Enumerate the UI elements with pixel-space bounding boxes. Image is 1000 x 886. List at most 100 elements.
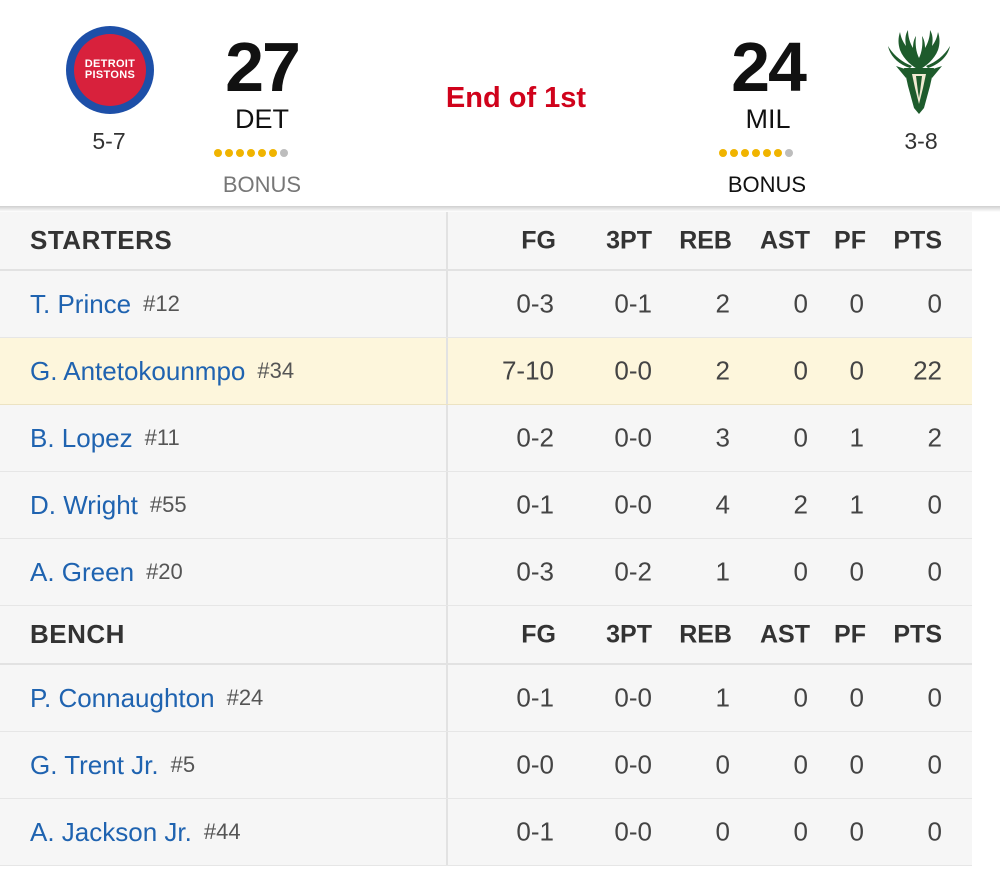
right-gutter: [972, 212, 1000, 886]
stat-fg: 7-10: [501, 355, 554, 386]
stat-pts: 0: [927, 682, 942, 713]
scoreboard: DETROIT PISTONS 5-7 27 DET BONUS End of …: [0, 0, 1000, 209]
player-row[interactable]: A. Jackson Jr. #44 0-1 0-0 0 0 0 0: [0, 799, 972, 866]
timeout-dot: [280, 149, 288, 157]
stat-pts: 0: [927, 288, 942, 319]
column-header-pts[interactable]: PTS: [893, 620, 942, 649]
timeout-dot: [225, 149, 233, 157]
stat-fg: 0-1: [516, 816, 554, 847]
stat-3pt: 0-1: [614, 288, 652, 319]
column-header-fg[interactable]: FG: [521, 620, 556, 649]
player-name-link[interactable]: A. Jackson Jr.: [30, 817, 192, 848]
player-row[interactable]: G. Antetokounmpo #34 7-10 0-0 2 0 0 22: [0, 338, 972, 405]
column-header-3pt[interactable]: 3PT: [606, 226, 652, 255]
stat-pf: 0: [849, 556, 864, 587]
home-team-score: 27: [225, 28, 301, 106]
home-team-abbr: DET: [235, 104, 289, 134]
away-bonus-label: BONUS: [727, 172, 807, 197]
player-name-cell: A. Jackson Jr. #44: [0, 799, 448, 865]
player-name-link[interactable]: G. Antetokounmpo: [30, 356, 245, 387]
column-header-pts[interactable]: PTS: [893, 226, 942, 255]
stat-pts: 22: [913, 355, 942, 386]
timeout-dot: [741, 149, 749, 157]
timeout-dot: [752, 149, 760, 157]
player-stats: 0-1 0-0 1 0 0 0: [448, 665, 972, 731]
column-header-reb[interactable]: REB: [679, 620, 732, 649]
stat-ast: 0: [793, 556, 808, 587]
player-name-cell: G. Trent Jr. #5: [0, 732, 448, 798]
section-title: STARTERS: [30, 225, 173, 255]
player-name-link[interactable]: T. Prince: [30, 289, 131, 320]
stat-pts: 0: [927, 816, 942, 847]
player-row[interactable]: A. Green #20 0-3 0-2 1 0 0 0: [0, 539, 972, 606]
stat-fg: 0-1: [516, 489, 554, 520]
timeout-dot: [774, 149, 782, 157]
stat-ast: 0: [793, 749, 808, 780]
player-name-cell: T. Prince #12: [0, 271, 448, 337]
column-header-ast[interactable]: AST: [760, 620, 810, 649]
stat-ast: 2: [793, 489, 808, 520]
stat-reb: 2: [715, 288, 730, 319]
stat-fg: 0-1: [516, 682, 554, 713]
timeout-dot: [258, 149, 266, 157]
stat-reb: 0: [715, 749, 730, 780]
stat-fg: 0-3: [516, 288, 554, 319]
player-stats: 0-1 0-0 4 2 1 0: [448, 472, 972, 538]
away-timeouts-indicator: [719, 149, 793, 157]
stat-3pt: 0-0: [614, 816, 652, 847]
stat-ast: 0: [793, 288, 808, 319]
player-row[interactable]: G. Trent Jr. #5 0-0 0-0 0 0 0 0: [0, 732, 972, 799]
timeout-dot: [719, 149, 727, 157]
stat-3pt: 0-0: [614, 422, 652, 453]
section-title: BENCH: [30, 619, 125, 649]
stat-fg: 0-2: [516, 422, 554, 453]
away-team-record: 3-8: [904, 128, 938, 154]
jersey-number: #12: [143, 291, 180, 316]
jersey-number: #24: [226, 685, 264, 710]
pistons-logo-icon[interactable]: DETROIT PISTONS: [66, 26, 154, 114]
jersey-number: #44: [203, 819, 241, 844]
player-name-cell: D. Wright #55: [0, 472, 448, 538]
column-header-fg[interactable]: FG: [521, 226, 556, 255]
player-stats: 0-1 0-0 0 0 0 0: [448, 799, 972, 865]
stat-pf: 0: [849, 355, 864, 386]
player-row[interactable]: D. Wright #55 0-1 0-0 4 2 1 0: [0, 472, 972, 539]
column-header-ast[interactable]: AST: [760, 226, 810, 255]
stat-3pt: 0-0: [614, 749, 652, 780]
player-name-link[interactable]: D. Wright: [30, 490, 138, 521]
player-name-link[interactable]: A. Green: [30, 557, 134, 588]
stat-ast: 0: [793, 355, 808, 386]
timeout-dot: [214, 149, 222, 157]
bucks-deer-icon[interactable]: [882, 26, 956, 116]
player-name-cell: B. Lopez #11: [0, 405, 448, 471]
player-name-link[interactable]: G. Trent Jr.: [30, 750, 159, 781]
section-title-cell: STARTERS: [0, 212, 448, 269]
column-header-pf[interactable]: PF: [834, 226, 866, 255]
jersey-number: #55: [149, 492, 187, 517]
player-row[interactable]: T. Prince #12 0-3 0-1 2 0 0 0: [0, 271, 972, 338]
box-score-table: STARTERS FG 3PT REB AST PF PTS T. Prince #12 0-3 0…: [0, 212, 972, 866]
stat-ast: 0: [793, 682, 808, 713]
stat-pf: 0: [849, 749, 864, 780]
stat-reb: 4: [715, 489, 730, 520]
stat-pf: 0: [849, 288, 864, 319]
column-header-reb[interactable]: REB: [679, 226, 732, 255]
player-stats: 0-2 0-0 3 0 1 2: [448, 405, 972, 471]
stat-reb: 1: [715, 556, 730, 587]
timeout-dot: [730, 149, 738, 157]
stat-reb: 2: [715, 355, 730, 386]
column-header-3pt[interactable]: 3PT: [606, 620, 652, 649]
player-name-link[interactable]: P. Connaughton: [30, 683, 215, 714]
stat-pf: 0: [849, 682, 864, 713]
player-stats: 7-10 0-0 2 0 0 22: [448, 338, 972, 404]
player-name-cell: P. Connaughton #24: [0, 665, 448, 731]
column-header-pf[interactable]: PF: [834, 620, 866, 649]
timeout-dot: [785, 149, 793, 157]
timeout-dot: [763, 149, 771, 157]
player-row[interactable]: B. Lopez #11 0-2 0-0 3 0 1 2: [0, 405, 972, 472]
player-row[interactable]: P. Connaughton #24 0-1 0-0 1 0 0 0: [0, 665, 972, 732]
stat-pts: 0: [927, 749, 942, 780]
player-name-link[interactable]: B. Lopez: [30, 423, 133, 454]
player-stats: 0-3 0-2 1 0 0 0: [448, 539, 972, 605]
jersey-number: #5: [170, 752, 196, 777]
